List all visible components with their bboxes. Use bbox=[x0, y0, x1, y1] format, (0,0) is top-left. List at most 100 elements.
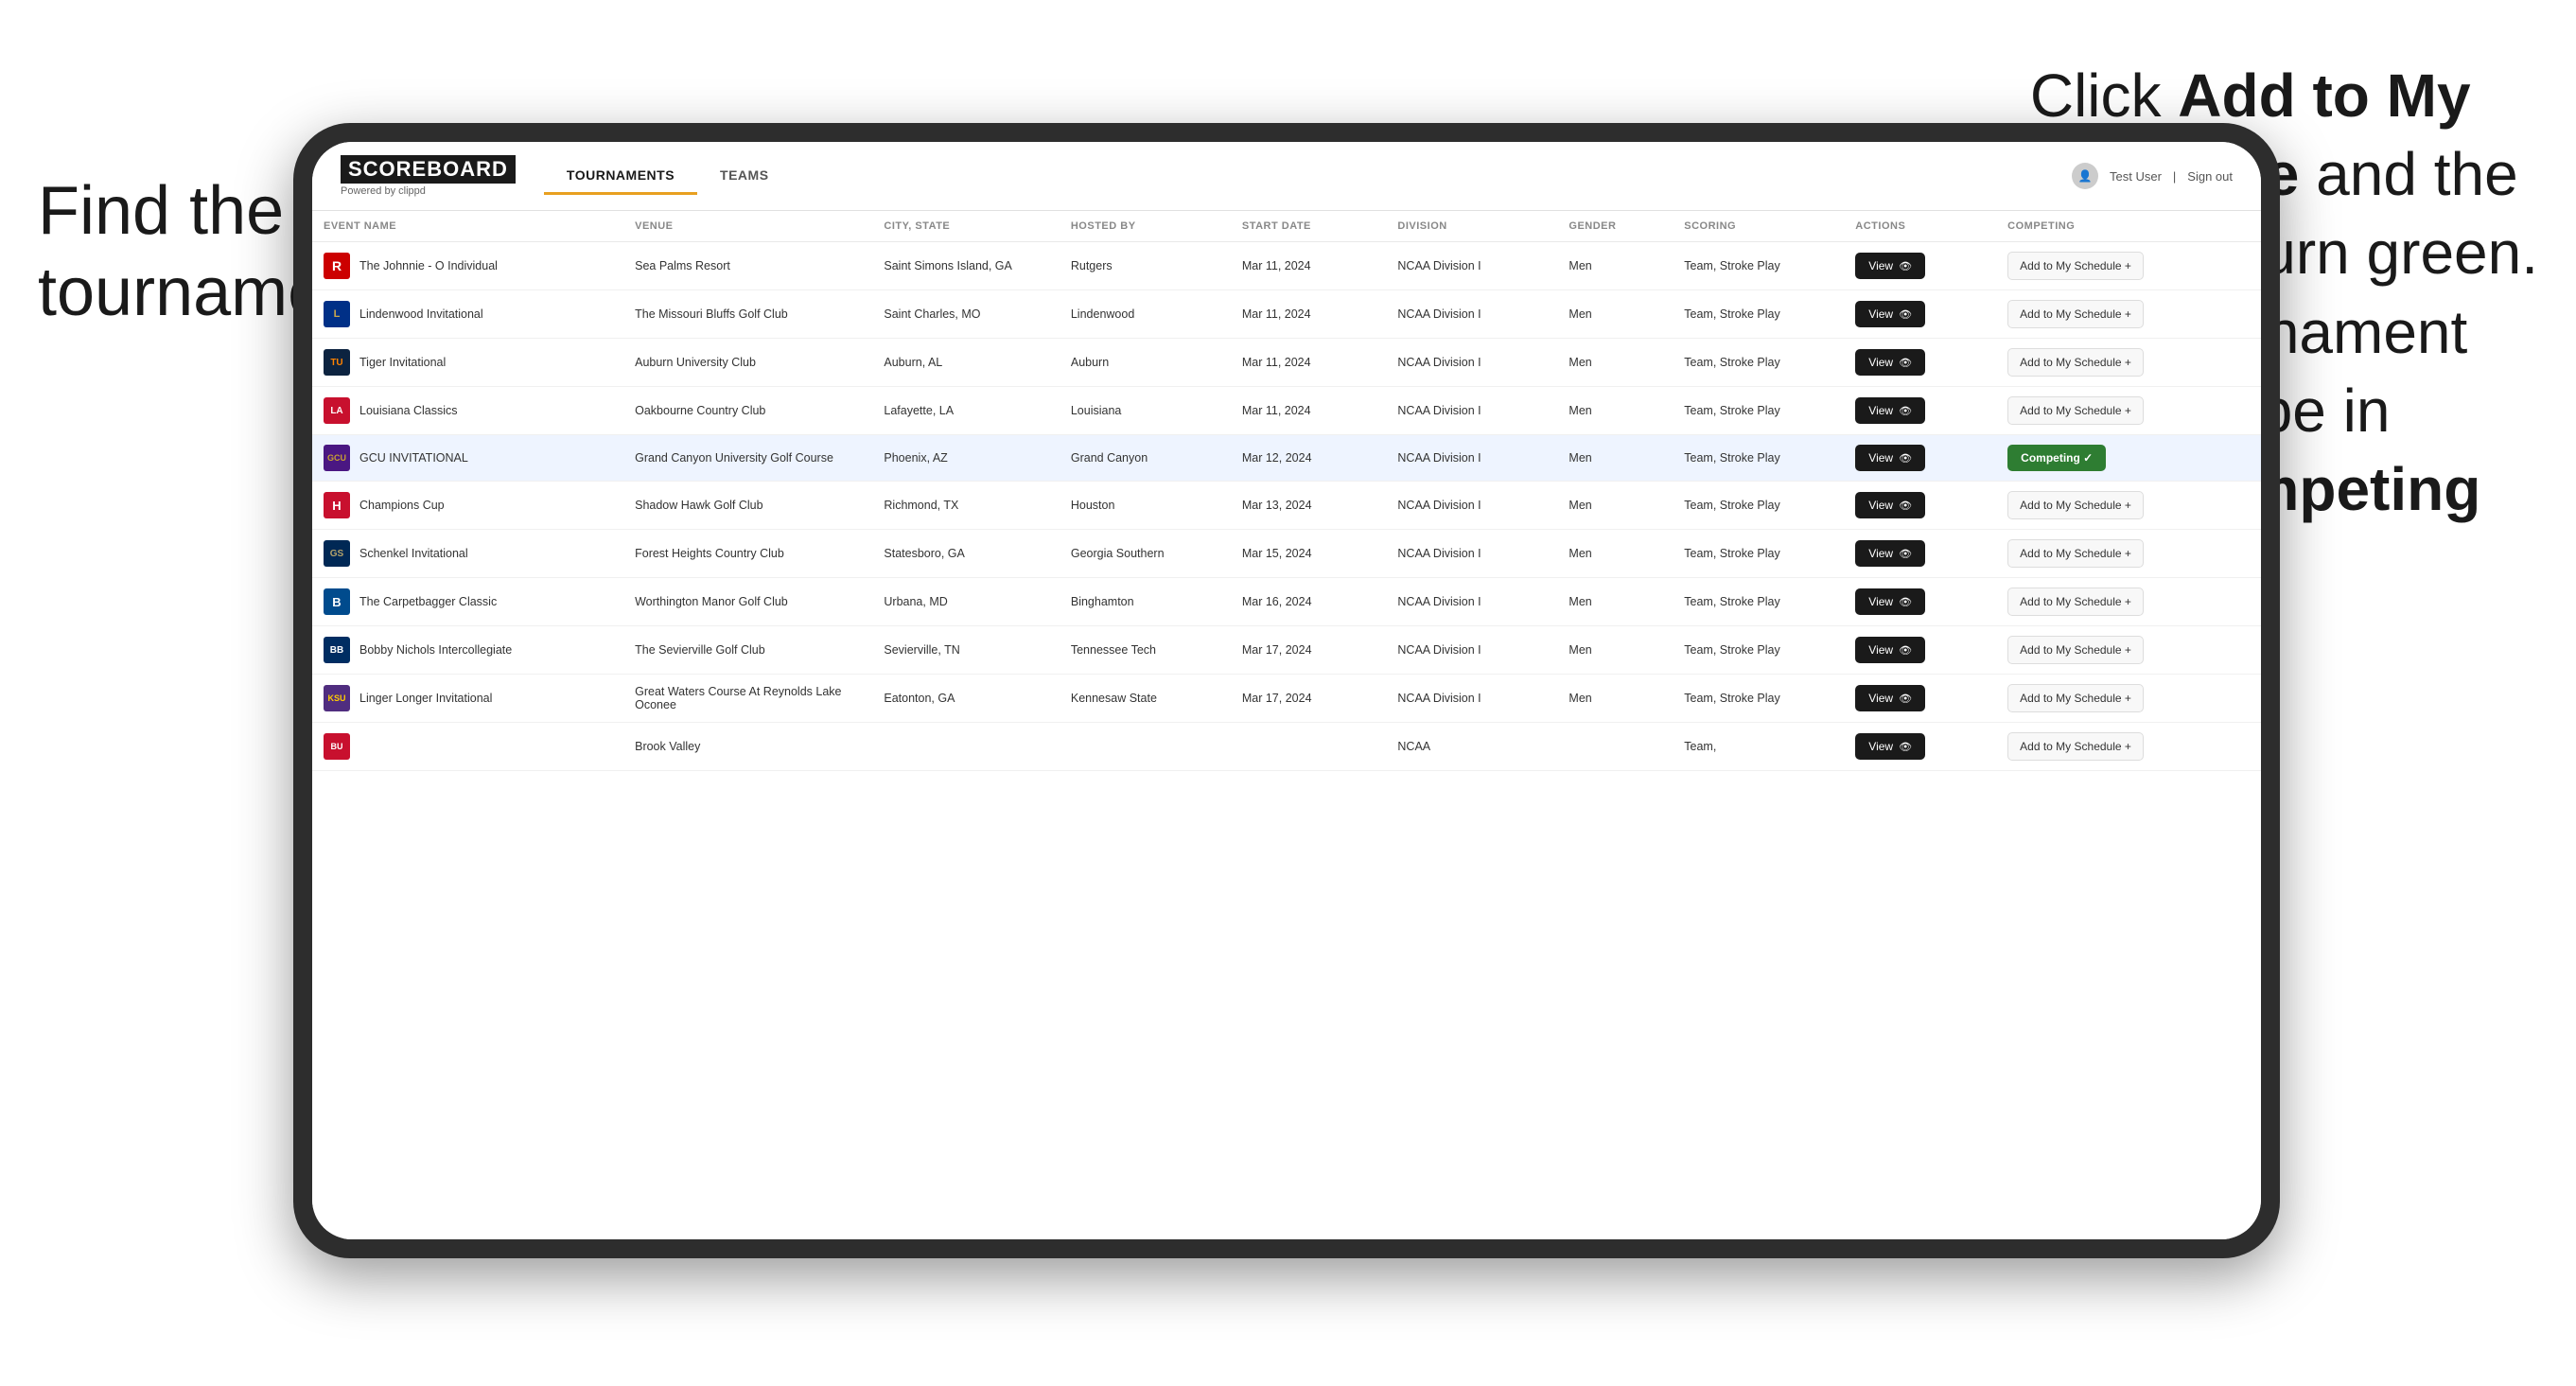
hosted-by-cell: Kennesaw State bbox=[1060, 675, 1231, 723]
hosted-by-cell bbox=[1060, 723, 1231, 771]
actions-cell: View 👁 bbox=[1844, 387, 1996, 435]
venue-cell: Brook Valley bbox=[623, 723, 872, 771]
view-button[interactable]: View 👁 bbox=[1855, 540, 1925, 567]
competing-cell: Add to My Schedule + bbox=[1996, 339, 2261, 387]
division-cell: NCAA Division I bbox=[1386, 578, 1557, 626]
actions-cell: View 👁 bbox=[1844, 290, 1996, 339]
event-name-cell: B The Carpetbagger Classic bbox=[312, 578, 623, 626]
add-to-schedule-button[interactable]: Add to My Schedule + bbox=[2007, 491, 2144, 519]
add-to-schedule-button[interactable]: Add to My Schedule + bbox=[2007, 732, 2144, 761]
gender-cell: Men bbox=[1557, 530, 1673, 578]
scoring-cell: Team, Stroke Play bbox=[1673, 578, 1844, 626]
view-button[interactable]: View 👁 bbox=[1855, 349, 1925, 376]
nav-tabs: TOURNAMENTS TEAMS bbox=[544, 158, 2072, 195]
add-to-schedule-button[interactable]: Add to My Schedule + bbox=[2007, 396, 2144, 425]
scoring-cell: Team, Stroke Play bbox=[1673, 482, 1844, 530]
col-header-venue: VENUE bbox=[623, 211, 872, 242]
city-cell: Statesboro, GA bbox=[872, 530, 1059, 578]
scoring-cell: Team, Stroke Play bbox=[1673, 530, 1844, 578]
view-button[interactable]: View 👁 bbox=[1855, 253, 1925, 279]
division-cell: NCAA Division I bbox=[1386, 290, 1557, 339]
venue-cell: Oakbourne Country Club bbox=[623, 387, 872, 435]
actions-cell: View 👁 bbox=[1844, 675, 1996, 723]
view-button[interactable]: View 👁 bbox=[1855, 637, 1925, 663]
add-to-schedule-button[interactable]: Add to My Schedule + bbox=[2007, 636, 2144, 664]
col-header-hosted: HOSTED BY bbox=[1060, 211, 1231, 242]
logo-sub: Powered by clippd bbox=[341, 185, 516, 197]
city-cell: Auburn, AL bbox=[872, 339, 1059, 387]
venue-cell: Sea Palms Resort bbox=[623, 242, 872, 290]
event-name: Linger Longer Invitational bbox=[359, 692, 492, 705]
app-header: SCOREBOARD Powered by clippd TOURNAMENTS… bbox=[312, 142, 2261, 211]
division-cell: NCAA Division I bbox=[1386, 626, 1557, 675]
division-cell: NCAA bbox=[1386, 723, 1557, 771]
signout-link[interactable]: Sign out bbox=[2187, 169, 2233, 184]
event-name: Tiger Invitational bbox=[359, 356, 446, 369]
logo-text: SCOREBOARD bbox=[341, 155, 516, 184]
division-cell: NCAA Division I bbox=[1386, 387, 1557, 435]
gender-cell: Men bbox=[1557, 387, 1673, 435]
tab-teams[interactable]: TEAMS bbox=[697, 158, 792, 195]
tablet-screen: SCOREBOARD Powered by clippd TOURNAMENTS… bbox=[312, 142, 2261, 1239]
view-button[interactable]: View 👁 bbox=[1855, 301, 1925, 327]
view-button[interactable]: View 👁 bbox=[1855, 733, 1925, 760]
table-header-row: EVENT NAME VENUE CITY, STATE HOSTED BY S… bbox=[312, 211, 2261, 242]
add-to-schedule-button[interactable]: Add to My Schedule + bbox=[2007, 684, 2144, 712]
view-button[interactable]: View 👁 bbox=[1855, 492, 1925, 518]
date-cell: Mar 11, 2024 bbox=[1231, 242, 1387, 290]
table-container: EVENT NAME VENUE CITY, STATE HOSTED BY S… bbox=[312, 211, 2261, 1239]
event-name: Champions Cup bbox=[359, 499, 445, 512]
date-cell: Mar 11, 2024 bbox=[1231, 290, 1387, 339]
table-row: B The Carpetbagger Classic Worthington M… bbox=[312, 578, 2261, 626]
table-row: KSU Linger Longer Invitational Great Wat… bbox=[312, 675, 2261, 723]
event-name-cell: BB Bobby Nichols Intercollegiate bbox=[312, 626, 623, 675]
actions-cell: View 👁 bbox=[1844, 626, 1996, 675]
eye-icon: 👁 bbox=[1899, 357, 1912, 369]
event-name: The Carpetbagger Classic bbox=[359, 595, 497, 608]
eye-icon: 👁 bbox=[1899, 405, 1912, 417]
division-cell: NCAA Division I bbox=[1386, 675, 1557, 723]
eye-icon: 👁 bbox=[1899, 693, 1912, 705]
date-cell: Mar 17, 2024 bbox=[1231, 675, 1387, 723]
event-name-cell: GCU GCU INVITATIONAL bbox=[312, 435, 623, 482]
eye-icon: 👁 bbox=[1899, 500, 1912, 512]
event-name: Lindenwood Invitational bbox=[359, 307, 483, 321]
user-avatar: 👤 bbox=[2072, 163, 2098, 189]
col-header-gender: GENDER bbox=[1557, 211, 1673, 242]
view-button[interactable]: View 👁 bbox=[1855, 685, 1925, 711]
tournaments-table: EVENT NAME VENUE CITY, STATE HOSTED BY S… bbox=[312, 211, 2261, 771]
competing-cell: Add to My Schedule + bbox=[1996, 387, 2261, 435]
competing-button[interactable]: Competing ✓ bbox=[2007, 445, 2106, 471]
hosted-by-cell: Auburn bbox=[1060, 339, 1231, 387]
col-header-competing: COMPETING bbox=[1996, 211, 2261, 242]
actions-cell: View 👁 bbox=[1844, 530, 1996, 578]
city-cell: Sevierville, TN bbox=[872, 626, 1059, 675]
team-logo: GCU bbox=[324, 445, 350, 471]
division-cell: NCAA Division I bbox=[1386, 242, 1557, 290]
tab-tournaments[interactable]: TOURNAMENTS bbox=[544, 158, 697, 195]
add-to-schedule-button[interactable]: Add to My Schedule + bbox=[2007, 588, 2144, 616]
table-row: BB Bobby Nichols Intercollegiate The Sev… bbox=[312, 626, 2261, 675]
eye-icon: 👁 bbox=[1899, 260, 1912, 272]
division-cell: NCAA Division I bbox=[1386, 435, 1557, 482]
gender-cell bbox=[1557, 723, 1673, 771]
table-row: GS Schenkel Invitational Forest Heights … bbox=[312, 530, 2261, 578]
hosted-by-cell: Rutgers bbox=[1060, 242, 1231, 290]
scoring-cell: Team, Stroke Play bbox=[1673, 339, 1844, 387]
add-to-schedule-button[interactable]: Add to My Schedule + bbox=[2007, 348, 2144, 377]
city-cell: Urbana, MD bbox=[872, 578, 1059, 626]
eye-icon: 👁 bbox=[1899, 308, 1912, 321]
team-logo: BU bbox=[324, 733, 350, 760]
hosted-by-cell: Georgia Southern bbox=[1060, 530, 1231, 578]
view-button[interactable]: View 👁 bbox=[1855, 445, 1925, 471]
view-button[interactable]: View 👁 bbox=[1855, 588, 1925, 615]
table-row: R The Johnnie - O Individual Sea Palms R… bbox=[312, 242, 2261, 290]
add-to-schedule-button[interactable]: Add to My Schedule + bbox=[2007, 539, 2144, 568]
view-button[interactable]: View 👁 bbox=[1855, 397, 1925, 424]
event-name-cell: LA Louisiana Classics bbox=[312, 387, 623, 435]
add-to-schedule-button[interactable]: Add to My Schedule + bbox=[2007, 252, 2144, 280]
date-cell: Mar 11, 2024 bbox=[1231, 387, 1387, 435]
eye-icon: 👁 bbox=[1899, 741, 1912, 753]
add-to-schedule-button[interactable]: Add to My Schedule + bbox=[2007, 300, 2144, 328]
team-logo: H bbox=[324, 492, 350, 518]
